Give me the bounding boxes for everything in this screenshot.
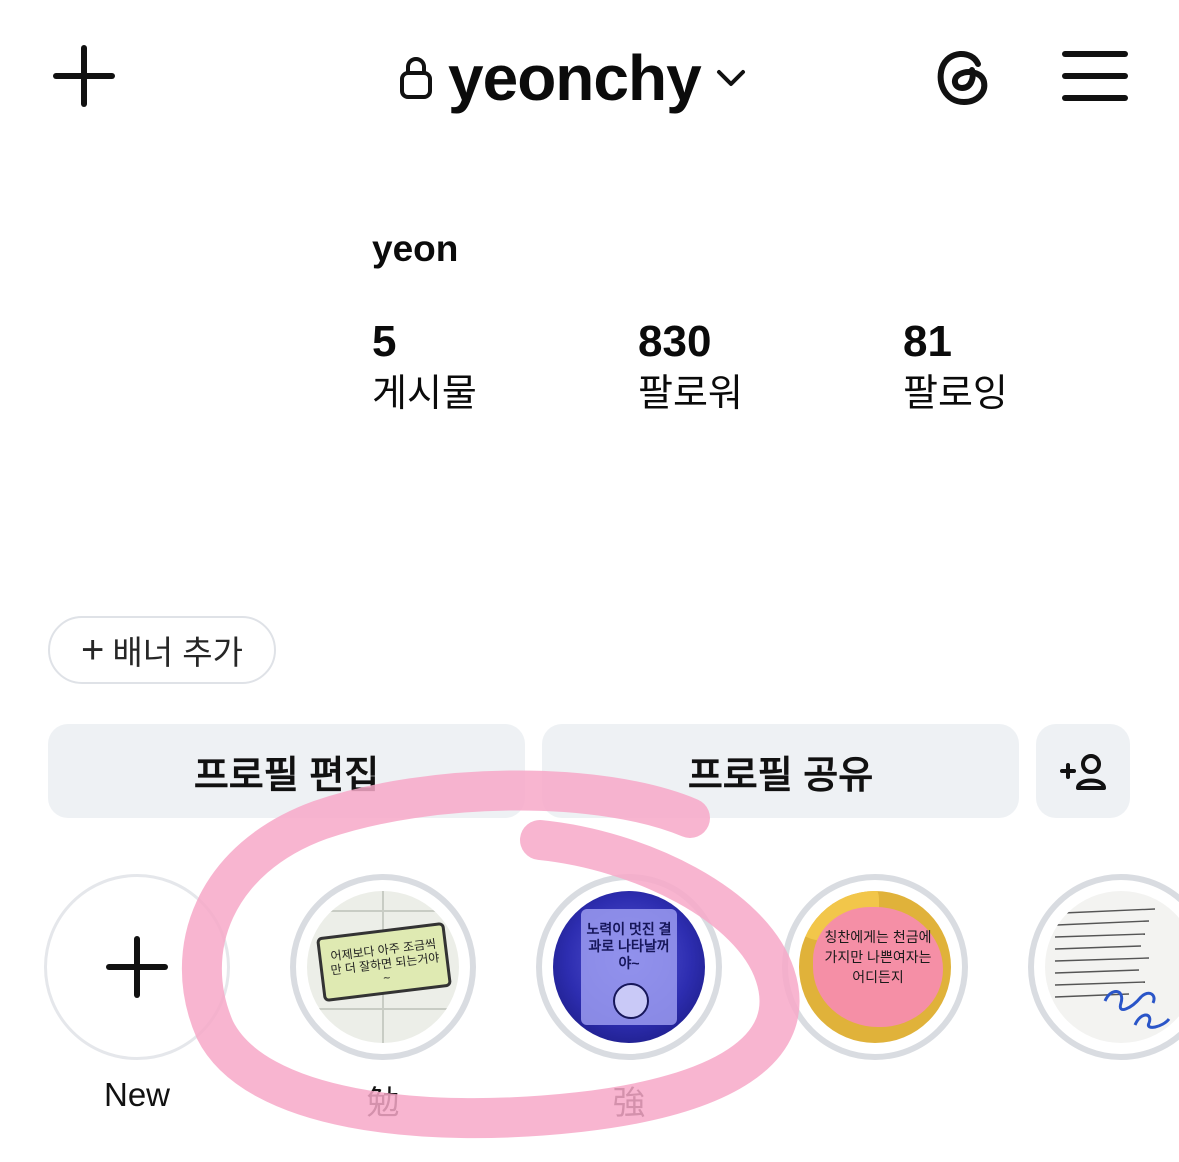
create-button[interactable] [50, 44, 118, 108]
chevron-down-icon [716, 70, 745, 86]
highlight-thumbnail: 칭찬에게는 천금에 가지만 나쁜여자는 어디든지 [799, 891, 951, 1043]
username: yeonchy [448, 42, 702, 114]
plus-icon: + [81, 627, 105, 672]
threads-button[interactable] [928, 42, 996, 110]
highlight-thumbnail [1045, 891, 1179, 1043]
share-profile-label: 프로필 공유 [687, 754, 874, 797]
account-switcher[interactable]: yeonchy [398, 38, 747, 118]
highlight-ring [1028, 874, 1179, 1060]
lock-icon [400, 57, 432, 99]
highlight-label: 強 [612, 1084, 646, 1121]
highlight-ring: 칭찬에게는 천금에 가지만 나쁜여자는 어디든지 [782, 874, 968, 1060]
highlight-item[interactable] [1028, 874, 1179, 1060]
stat-following-label: 팔로잉 [903, 373, 1008, 415]
stat-followers[interactable]: 830 팔로워 [638, 316, 743, 418]
plus-icon [53, 45, 115, 107]
stat-posts-label: 게시물 [372, 373, 477, 415]
menu-icon [1062, 51, 1128, 101]
highlight-label: New [103, 1076, 171, 1113]
plus-icon [106, 936, 168, 998]
display-name: yeon [372, 228, 459, 269]
stat-posts-value: 5 [372, 317, 397, 366]
add-banner-button[interactable]: + 배너 추가 [48, 616, 276, 684]
highlight-ring: 노력이 멋진 결과로 나타날꺼야~ [536, 874, 722, 1060]
avatar[interactable] [40, 158, 290, 408]
highlight-new[interactable]: New [44, 874, 230, 1114]
stat-following[interactable]: 81 팔로잉 [903, 316, 1008, 418]
stat-posts[interactable]: 5 게시물 [372, 316, 477, 418]
highlight-label: 勉 [366, 1084, 400, 1121]
highlight-thumbnail: 어제보다 아주 조금씩만 더 잘하면 되는거야~ [307, 891, 459, 1043]
character-illustration [613, 983, 649, 1019]
highlight-ring: 어제보다 아주 조금씩만 더 잘하면 되는거야~ [290, 874, 476, 1060]
edit-profile-button[interactable]: 프로필 편집 [48, 724, 525, 818]
edit-profile-label: 프로필 편집 [193, 754, 380, 797]
add-person-icon [1060, 754, 1106, 790]
threads-icon [937, 51, 988, 106]
stat-followers-value: 830 [638, 317, 712, 366]
highlight-item[interactable]: 어제보다 아주 조금씩만 더 잘하면 되는거야~ 勉 [290, 874, 476, 1124]
add-banner-label: 배너 추가 [112, 634, 243, 671]
discover-people-button[interactable] [1036, 724, 1130, 818]
highlight-image-text: 칭찬에게는 천금에 가지만 나쁜여자는 어디든지 [824, 929, 932, 985]
highlight-thumbnail: 노력이 멋진 결과로 나타날꺼야~ [553, 891, 705, 1043]
stat-following-value: 81 [903, 317, 952, 366]
handwritten-note-image [1054, 908, 1171, 1029]
highlight-item[interactable]: 노력이 멋진 결과로 나타날꺼야~ 強 [536, 874, 722, 1124]
menu-button[interactable] [1062, 48, 1128, 104]
share-profile-button[interactable]: 프로필 공유 [542, 724, 1019, 818]
stat-followers-label: 팔로워 [638, 373, 743, 415]
highlight-image-text: 노력이 멋진 결과로 나타날꺼야~ [586, 921, 672, 971]
highlight-item[interactable]: 칭찬에게는 천금에 가지만 나쁜여자는 어디든지 [782, 874, 968, 1076]
highlight-new-ring [44, 874, 230, 1060]
